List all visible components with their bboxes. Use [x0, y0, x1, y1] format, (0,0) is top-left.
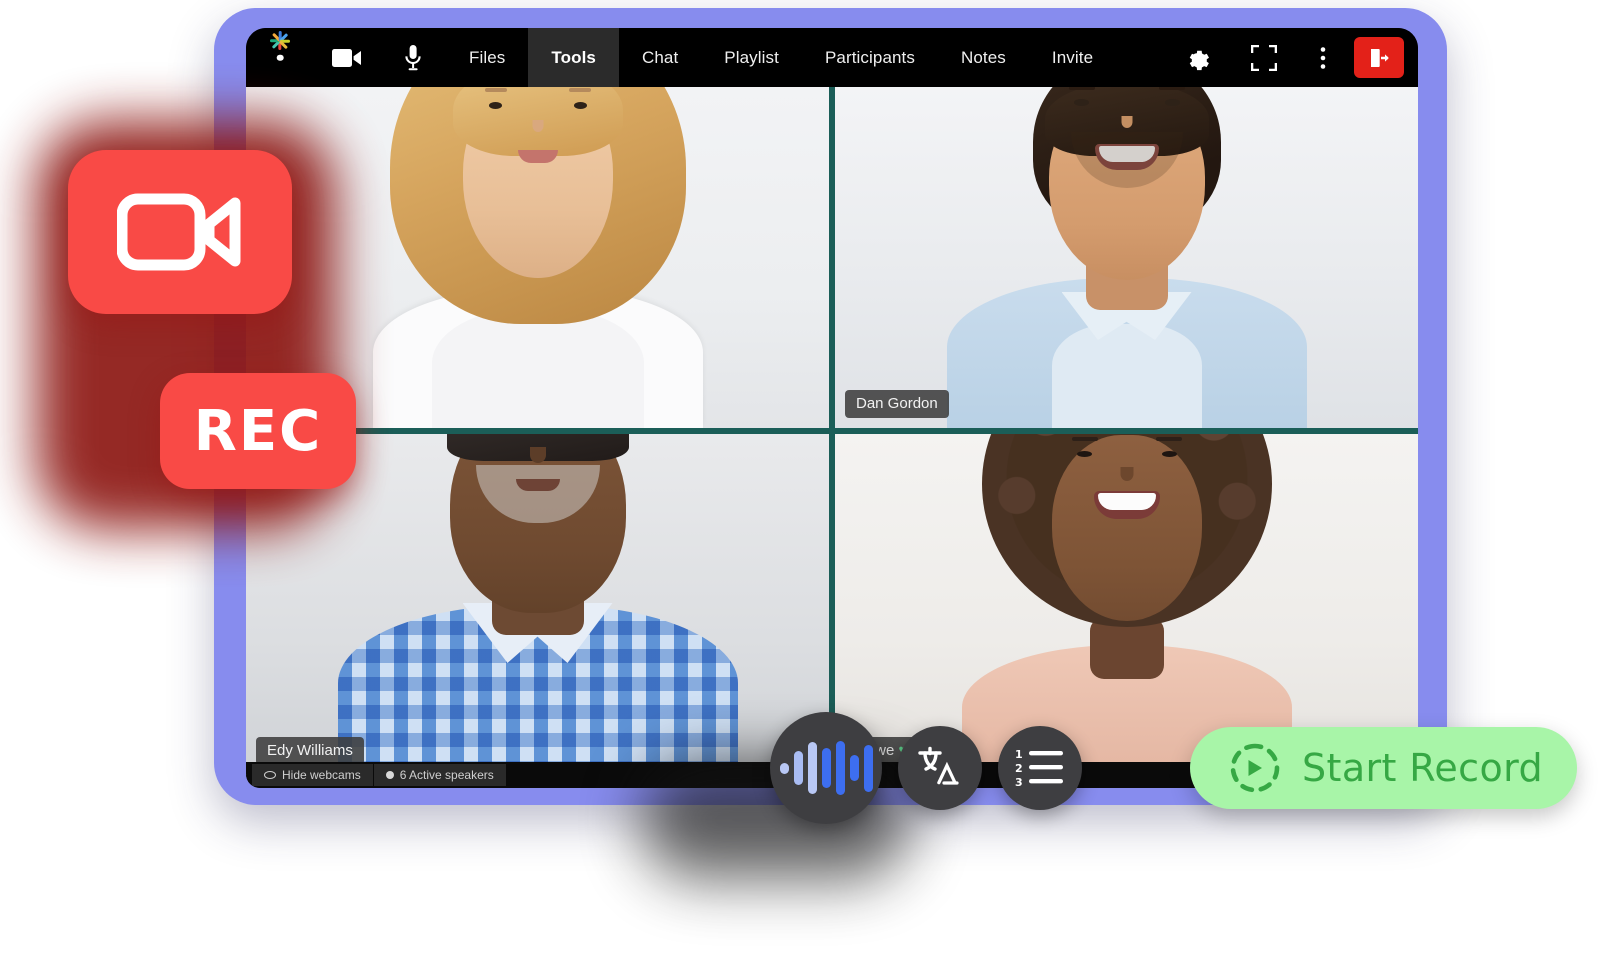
kebab-menu-icon: [1320, 46, 1326, 69]
fullscreen-icon: [1251, 44, 1277, 71]
app-screen: Files Tools Chat Playlist Participants N…: [246, 28, 1418, 788]
start-record-label: Start Record: [1302, 746, 1544, 790]
speaker-dot-icon: [385, 771, 394, 779]
translate-button[interactable]: [898, 726, 982, 810]
audio-waveform-button[interactable]: [770, 712, 882, 824]
active-speakers-chip[interactable]: 6 Active speakers: [373, 764, 507, 786]
camera-toggle-button[interactable]: [314, 28, 380, 87]
tab-invite[interactable]: Invite: [1029, 28, 1116, 87]
svg-text:1: 1: [1015, 748, 1023, 761]
fullscreen-button[interactable]: [1230, 28, 1298, 87]
audio-waveform-icon: [779, 741, 873, 795]
numbered-list-button[interactable]: 1 2 3: [998, 726, 1082, 810]
microphone-icon: [405, 44, 421, 70]
video-grid: Dan Gordon Edy Williams ♥: [246, 87, 1418, 775]
exit-door-icon: [1371, 48, 1389, 67]
hide-webcams-chip[interactable]: Hide webcams: [252, 764, 374, 786]
svg-text:3: 3: [1015, 776, 1023, 789]
tab-files[interactable]: Files: [446, 28, 528, 87]
play-in-dashed-circle-icon: [1230, 743, 1280, 793]
tab-tools[interactable]: Tools: [528, 28, 619, 87]
gear-icon: [1189, 50, 1209, 71]
translate-icon: [918, 746, 959, 785]
active-speakers-label: 6 Active speakers: [399, 768, 494, 782]
rec-badge: REC: [160, 373, 356, 489]
rec-badge-label: REC: [193, 398, 323, 464]
floating-action-toolbar: 1 2 3: [770, 712, 1082, 824]
app-logo[interactable]: [246, 28, 314, 87]
numbered-list-icon: 1 2 3: [1015, 748, 1063, 789]
screenshot-root: Files Tools Chat Playlist Participants N…: [0, 0, 1600, 953]
tab-chat[interactable]: Chat: [619, 28, 701, 87]
participant-video-2: [835, 87, 1418, 428]
more-options-button[interactable]: [1298, 28, 1348, 87]
svg-text:2: 2: [1015, 762, 1023, 775]
tab-participants[interactable]: Participants: [802, 28, 938, 87]
eye-slash-icon: [264, 771, 276, 779]
settings-button[interactable]: [1162, 28, 1230, 87]
start-record-button[interactable]: Start Record: [1190, 727, 1578, 809]
toolbar-right-group: [1162, 28, 1418, 87]
starburst-logo-icon: [263, 31, 297, 75]
video-camera-icon: [117, 193, 241, 271]
tab-playlist[interactable]: Playlist: [701, 28, 802, 87]
leave-meeting-button[interactable]: [1354, 37, 1404, 78]
video-tile-2[interactable]: Dan Gordon: [835, 87, 1418, 428]
top-toolbar: Files Tools Chat Playlist Participants N…: [246, 28, 1418, 87]
participant-name-label: Edy Williams: [256, 737, 364, 765]
video-camera-icon: [332, 48, 361, 67]
microphone-toggle-button[interactable]: [380, 28, 446, 87]
tab-notes[interactable]: Notes: [938, 28, 1029, 87]
recording-camera-badge: [68, 150, 292, 314]
hide-webcams-label: Hide webcams: [282, 768, 361, 782]
participant-name-label: Dan Gordon: [845, 390, 949, 418]
